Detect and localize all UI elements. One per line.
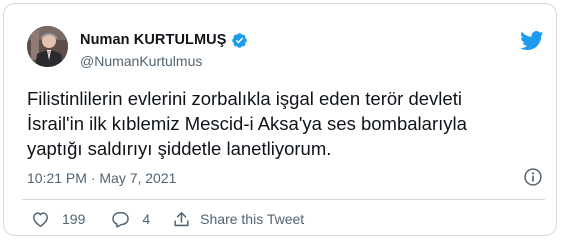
author-name-row[interactable]: Numan KURTULMUŞ	[80, 31, 248, 49]
tweet-text: Filistinlilerin evlerini zorbalıkla işga…	[27, 88, 467, 159]
speech-bubble-icon	[112, 211, 130, 228]
share-arrow-icon	[174, 211, 189, 226]
author-display-name[interactable]: Numan KURTULMUŞ	[80, 32, 227, 48]
like-count: 199	[62, 211, 86, 227]
info-icon[interactable]	[523, 167, 543, 187]
author-handle[interactable]: @NumanKurtulmus	[80, 53, 202, 69]
tweet-timestamp[interactable]: 10:21 PM · May 7, 2021	[27, 170, 176, 186]
verified-badge-icon	[231, 32, 248, 49]
reply-button[interactable]: 4	[111, 210, 150, 229]
heart-icon	[33, 211, 48, 227]
divider	[22, 199, 545, 200]
share-label: Share this Tweet	[200, 211, 305, 227]
action-bar: 199 4 Share this Tweet	[31, 208, 304, 230]
reply-count: 4	[142, 211, 151, 227]
like-button[interactable]: 199	[31, 210, 85, 229]
avatar-photo	[27, 26, 68, 67]
twitter-bird-icon[interactable]	[520, 31, 544, 51]
avatar[interactable]	[27, 26, 68, 67]
share-tweet-button[interactable]: Share this Tweet	[172, 210, 304, 229]
tweet-card: Numan KURTULMUŞ @NumanKurtulmus Filistin…	[3, 3, 557, 236]
